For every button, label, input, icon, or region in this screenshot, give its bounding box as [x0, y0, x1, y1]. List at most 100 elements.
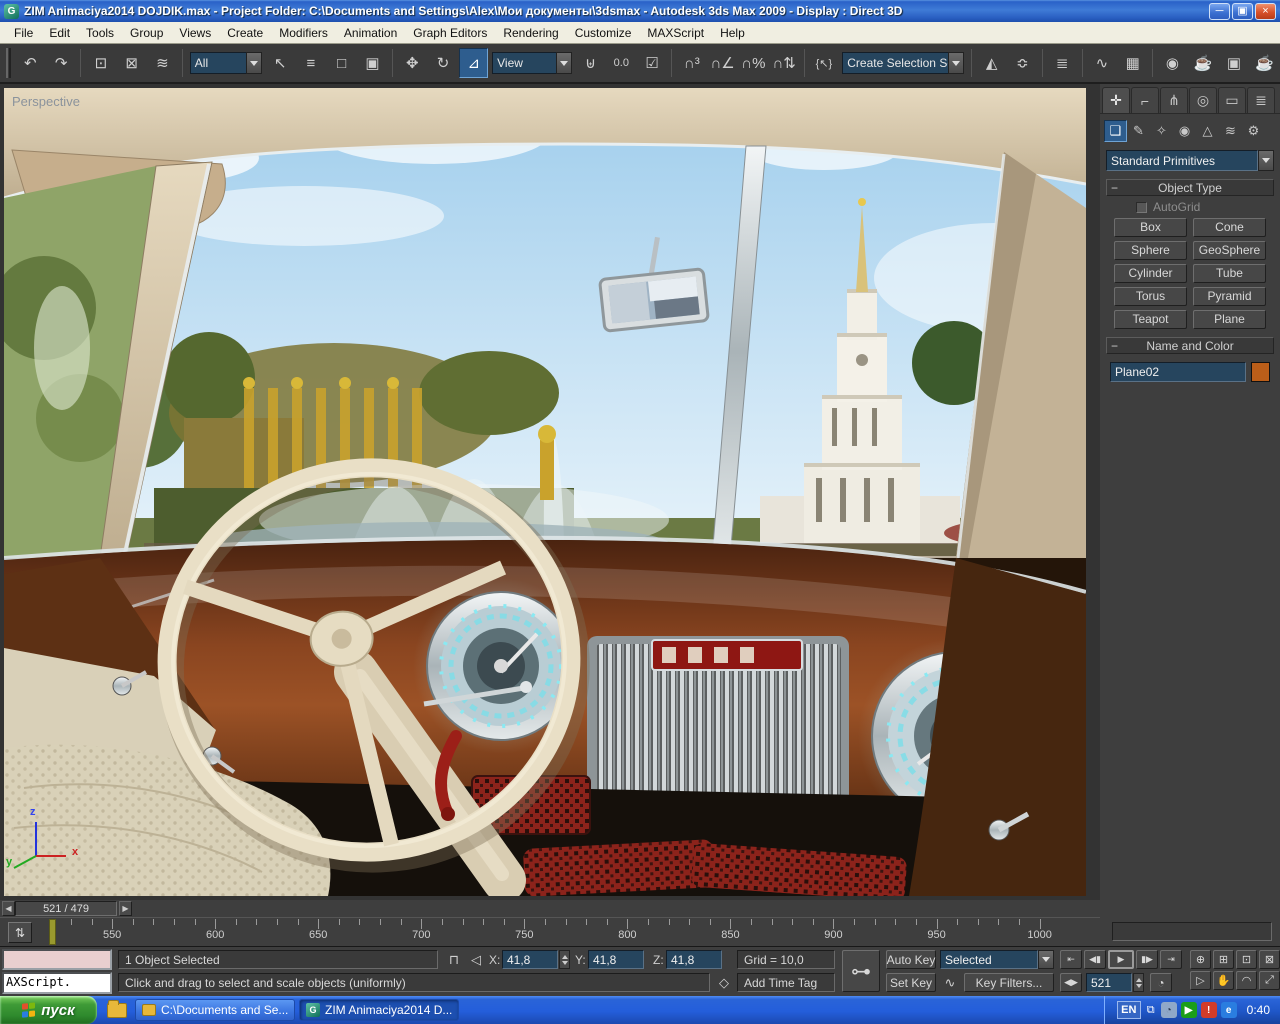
- select-and-manipulate-button[interactable]: 0.0: [607, 48, 636, 78]
- language-indicator[interactable]: EN: [1117, 1001, 1141, 1019]
- create-cone-button[interactable]: Cone: [1193, 218, 1266, 237]
- spinner-snap-button[interactable]: ∩⇅: [770, 48, 799, 78]
- pan-button[interactable]: ✋: [1213, 971, 1234, 990]
- tab-motion[interactable]: ◎: [1189, 87, 1217, 113]
- create-sphere-button[interactable]: Sphere: [1114, 241, 1187, 260]
- time-slider-next-button[interactable]: ▶: [119, 901, 132, 916]
- named-selection-sets-dropdown[interactable]: Create Selection Set: [842, 52, 964, 74]
- select-and-scale-button[interactable]: ⊿: [459, 48, 488, 78]
- select-and-move-button[interactable]: ✥: [398, 48, 427, 78]
- window-crossing-button[interactable]: ▣: [358, 48, 387, 78]
- object-color-swatch[interactable]: [1251, 362, 1270, 382]
- previous-frame-button[interactable]: ◀▮: [1084, 950, 1106, 969]
- menu-edit[interactable]: Edit: [41, 24, 78, 42]
- select-and-rotate-button[interactable]: ↻: [429, 48, 458, 78]
- time-slider-handle[interactable]: [49, 919, 56, 945]
- create-tube-button[interactable]: Tube: [1193, 264, 1266, 283]
- category-helpers[interactable]: △: [1196, 120, 1219, 142]
- unlink-selection-button[interactable]: ⊠: [117, 48, 146, 78]
- chevron-down-icon[interactable]: [948, 52, 964, 74]
- mirror-button[interactable]: ◭: [977, 48, 1006, 78]
- bind-to-space-warp-button[interactable]: ≋: [148, 48, 177, 78]
- snaps-toggle-button[interactable]: ∩³: [677, 48, 706, 78]
- y-coordinate-field[interactable]: 41,8: [588, 950, 644, 969]
- tab-create[interactable]: ✛: [1102, 87, 1130, 113]
- rectangular-selection-button[interactable]: □: [327, 48, 356, 78]
- object-name-field[interactable]: Plane02: [1110, 362, 1246, 382]
- category-geometry[interactable]: ❑: [1104, 120, 1127, 142]
- quick-launch-folder-icon[interactable]: [107, 1003, 127, 1018]
- go-to-end-button[interactable]: ⇥: [1160, 950, 1182, 969]
- select-object-button[interactable]: ↖: [266, 48, 295, 78]
- percent-snap-button[interactable]: ∩%: [739, 48, 768, 78]
- zoom-all-button[interactable]: ⊞: [1213, 950, 1234, 969]
- layer-manager-button[interactable]: ≣: [1048, 48, 1077, 78]
- zoom-button[interactable]: ⊕: [1190, 950, 1211, 969]
- create-cylinder-button[interactable]: Cylinder: [1114, 264, 1187, 283]
- quick-render-button[interactable]: ☕: [1250, 48, 1279, 78]
- menu-animation[interactable]: Animation: [336, 24, 405, 42]
- set-key-button[interactable]: Set Key: [886, 973, 936, 992]
- tray-browser-icon[interactable]: e: [1221, 1002, 1237, 1018]
- open-mini-curve-editor-button[interactable]: ⇅: [8, 922, 32, 943]
- tray-player-icon[interactable]: ▶: [1181, 1002, 1197, 1018]
- set-keys-key-button[interactable]: ⊶: [842, 950, 880, 992]
- category-cameras[interactable]: ◉: [1173, 120, 1196, 142]
- close-button[interactable]: ×: [1255, 3, 1276, 20]
- rendered-frame-window-button[interactable]: ▣: [1220, 48, 1249, 78]
- create-teapot-button[interactable]: Teapot: [1114, 310, 1187, 329]
- category-shapes[interactable]: ✎: [1127, 120, 1150, 142]
- current-frame-field[interactable]: 521: [1086, 973, 1132, 992]
- next-frame-button[interactable]: ▮▶: [1136, 950, 1158, 969]
- task-button[interactable]: GZIM Animaciya2014 D...: [299, 999, 459, 1021]
- menu-rendering[interactable]: Rendering: [495, 24, 566, 42]
- angle-snap-button[interactable]: ∩∠: [708, 48, 737, 78]
- create-pyramid-button[interactable]: Pyramid: [1193, 287, 1266, 306]
- key-filters-button[interactable]: Key Filters...: [964, 973, 1054, 992]
- start-button[interactable]: пуск: [0, 996, 97, 1024]
- frame-spinner[interactable]: [1133, 973, 1144, 992]
- menu-customize[interactable]: Customize: [567, 24, 640, 42]
- menu-modifiers[interactable]: Modifiers: [271, 24, 336, 42]
- tab-utilities[interactable]: ≣: [1247, 87, 1275, 113]
- x-coordinate-field[interactable]: 41,8: [502, 950, 558, 969]
- autogrid-checkbox[interactable]: [1136, 202, 1147, 213]
- zoom-extents-all-button[interactable]: ⊠: [1259, 950, 1280, 969]
- chevron-down-icon[interactable]: [1258, 150, 1274, 171]
- key-mode-toggle-button[interactable]: ◀▶: [1060, 973, 1082, 992]
- select-and-link-button[interactable]: ⊡: [86, 48, 115, 78]
- menu-views[interactable]: Views: [171, 24, 219, 42]
- name-color-rollout-header[interactable]: − Name and Color: [1106, 337, 1274, 354]
- chevron-down-icon[interactable]: [246, 52, 262, 74]
- restore-button[interactable]: ▣: [1232, 3, 1253, 20]
- time-configuration-button[interactable]: ◔: [1150, 973, 1172, 992]
- tab-hierarchy[interactable]: ⋔: [1160, 87, 1188, 113]
- menu-group[interactable]: Group: [122, 24, 171, 42]
- menu-file[interactable]: File: [6, 24, 41, 42]
- maxscript-mini-listener-macro[interactable]: [2, 949, 112, 970]
- default-tangent-icon[interactable]: ∿: [940, 973, 960, 992]
- create-box-button[interactable]: Box: [1114, 218, 1187, 237]
- time-slider-bar[interactable]: 521 / 479: [15, 901, 117, 916]
- z-coordinate-field[interactable]: 41,8: [666, 950, 722, 969]
- task-button[interactable]: C:\Documents and Se...: [135, 999, 295, 1021]
- schematic-view-button[interactable]: ▦: [1118, 48, 1147, 78]
- track-bar[interactable]: 5506006507007508008509009501000 ⇅: [0, 917, 1100, 946]
- go-to-start-button[interactable]: ⇤: [1060, 950, 1082, 969]
- chevron-down-icon[interactable]: [556, 52, 572, 74]
- curve-editor-button[interactable]: ∿: [1088, 48, 1117, 78]
- field-of-view-button[interactable]: ▷: [1190, 971, 1211, 990]
- auto-key-button[interactable]: Auto Key: [886, 950, 936, 969]
- menu-maxscript[interactable]: MAXScript: [639, 24, 712, 42]
- select-by-name-button[interactable]: ≡: [297, 48, 326, 78]
- create-plane-button[interactable]: Plane: [1193, 310, 1266, 329]
- play-button[interactable]: ▶: [1108, 950, 1134, 969]
- window-stack-icon[interactable]: ⧉: [1147, 1004, 1155, 1017]
- arc-rotate-button[interactable]: ◠: [1236, 971, 1257, 990]
- redo-button[interactable]: ↷: [47, 48, 76, 78]
- chevron-down-icon[interactable]: [1038, 950, 1054, 969]
- maximize-viewport-button[interactable]: ⤢: [1259, 971, 1280, 990]
- menu-help[interactable]: Help: [712, 24, 753, 42]
- menu-create[interactable]: Create: [219, 24, 271, 42]
- use-pivot-point-center-button[interactable]: ⊎: [576, 48, 605, 78]
